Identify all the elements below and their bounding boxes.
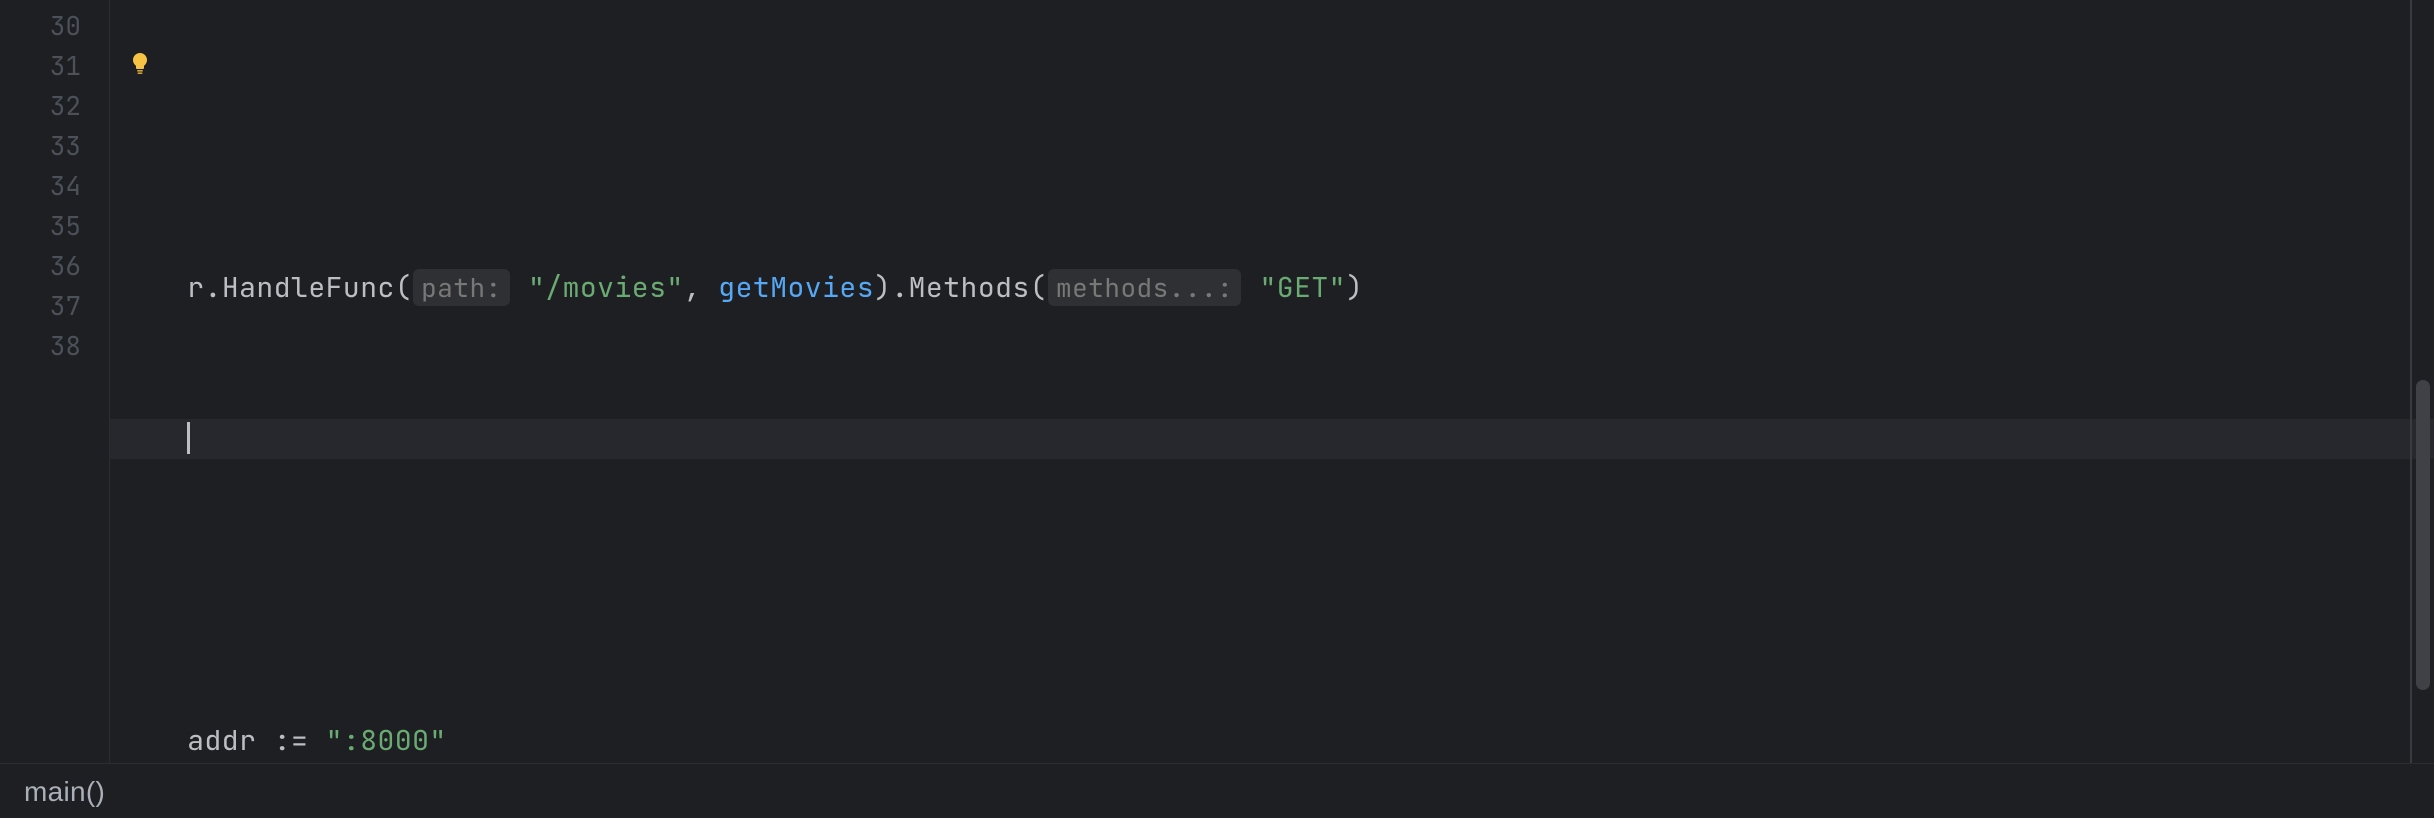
line-number[interactable]: 38 — [0, 326, 109, 366]
code-line-30[interactable] — [110, 117, 2434, 157]
line-number-gutter: 30 31 32 33 34 35 36 37 38 — [0, 0, 110, 763]
code-token: ( — [395, 269, 412, 306]
line-number[interactable]: 34 — [0, 166, 109, 206]
code-token: ( — [1030, 269, 1047, 306]
code-token: ":8000" — [326, 722, 447, 759]
text-caret — [187, 422, 190, 454]
code-token: := — [274, 722, 326, 759]
indent — [118, 269, 187, 306]
code-token: HandleFunc — [222, 269, 395, 306]
line-number[interactable]: 30 — [0, 6, 109, 46]
line-number[interactable]: 33 — [0, 126, 109, 166]
line-number[interactable]: 37 — [0, 286, 109, 326]
vertical-scrollbar[interactable] — [2414, 0, 2434, 763]
indent — [118, 420, 187, 457]
code-area: 30 31 32 33 34 35 36 37 38 r.HandleFunc(… — [0, 0, 2434, 763]
lightbulb-icon[interactable] — [128, 48, 152, 83]
editor-container: 30 31 32 33 34 35 36 37 38 r.HandleFunc(… — [0, 0, 2434, 818]
line-number[interactable]: 31 — [0, 46, 109, 86]
code-token: ) — [874, 269, 891, 306]
code-line-34[interactable]: addr := ":8000" — [110, 721, 2434, 761]
code-token: getMovies — [718, 269, 874, 306]
code-token: "/movies" — [528, 269, 684, 306]
scrollbar-thumb[interactable] — [2416, 380, 2430, 690]
code-line-32[interactable] — [110, 419, 2434, 459]
line-number[interactable]: 35 — [0, 206, 109, 246]
code-line-31[interactable]: r.HandleFunc(path: "/movies", getMovies)… — [110, 268, 2434, 308]
code-token: r — [187, 269, 204, 306]
code-token — [511, 269, 528, 306]
code-token: ) — [1346, 269, 1363, 306]
line-number[interactable]: 36 — [0, 246, 109, 286]
code-content[interactable]: r.HandleFunc(path: "/movies", getMovies)… — [110, 0, 2434, 763]
code-token: Methods — [909, 269, 1030, 306]
param-hint-methods: methods...: — [1048, 269, 1241, 306]
code-token: . — [891, 269, 908, 306]
code-token: "GET" — [1259, 269, 1346, 306]
code-line-33[interactable] — [110, 570, 2434, 610]
breadcrumb[interactable]: main() — [0, 763, 2434, 818]
code-token — [1242, 269, 1259, 306]
breadcrumb-item[interactable]: main() — [24, 776, 105, 807]
code-token: , — [684, 269, 719, 306]
code-token: . — [205, 269, 222, 306]
line-number[interactable]: 32 — [0, 86, 109, 126]
code-token: addr — [187, 722, 274, 759]
indent — [118, 722, 187, 759]
param-hint-path: path: — [413, 269, 510, 306]
